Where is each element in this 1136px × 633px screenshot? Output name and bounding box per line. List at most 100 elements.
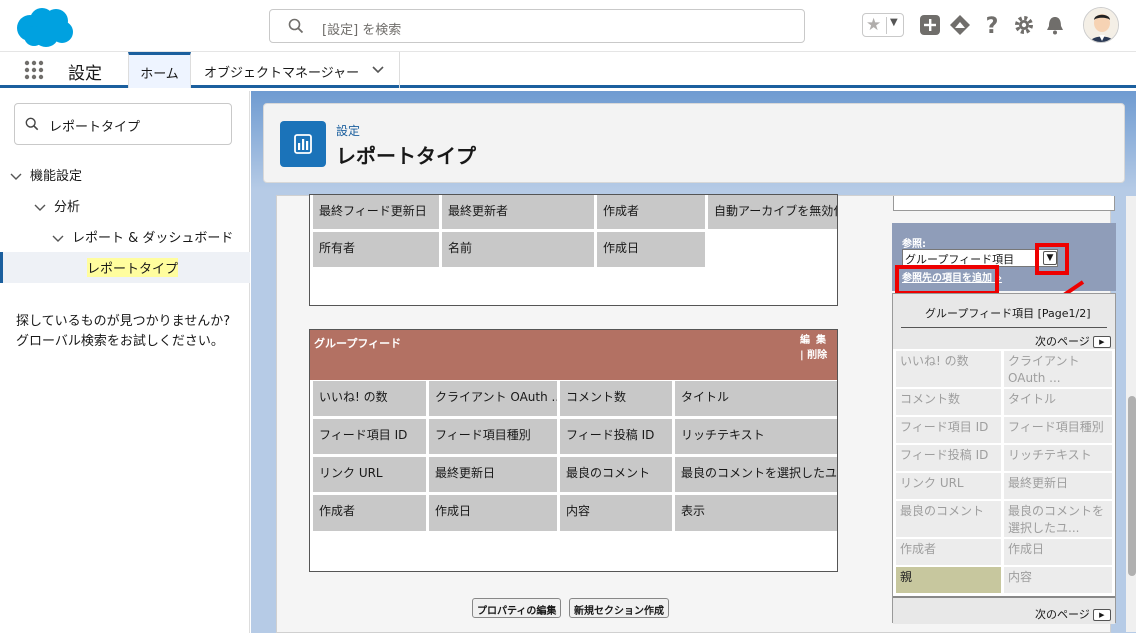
star-icon: ★ xyxy=(866,15,882,35)
svg-text:?: ? xyxy=(986,14,999,36)
chevron-down-icon xyxy=(34,204,46,211)
chevron-down-icon[interactable]: ▼ xyxy=(890,17,898,28)
tree-item-report-types[interactable]: レポートタイプ xyxy=(0,252,250,283)
field-cell[interactable]: 最終更新者 xyxy=(442,195,594,229)
next-page-link[interactable]: 次のページ ▶ xyxy=(1035,606,1111,622)
field-cell[interactable]: 所有者 xyxy=(313,232,439,267)
field-cell[interactable]: いいね! の数 xyxy=(313,381,426,416)
field-cell[interactable]: リンク URL xyxy=(313,457,426,492)
section-actions: 編集 | 削除 xyxy=(800,335,832,361)
tab-object-manager[interactable]: オブジェクトマネージャー xyxy=(192,52,400,88)
divider xyxy=(886,17,887,34)
available-field[interactable]: クライアント OAuth ... xyxy=(1004,351,1112,387)
field-cell[interactable]: クライアント OAuth ... xyxy=(429,381,557,416)
edit-section-link[interactable]: 編集 xyxy=(800,335,832,346)
available-field[interactable]: フィード投稿 ID xyxy=(896,445,1001,471)
field-cell[interactable]: 最終更新日 xyxy=(429,457,557,492)
search-icon xyxy=(25,117,39,131)
global-header: [設定] を検索 ★ ▼ ? xyxy=(0,0,1136,52)
scrollbar-thumb[interactable] xyxy=(1128,396,1136,576)
available-field[interactable]: 最良のコメントを選択したユ... xyxy=(1004,501,1112,537)
available-field[interactable]: 最終更新日 xyxy=(1004,473,1112,499)
tree-item-reports-dashboards[interactable]: レポート & ダッシュボード xyxy=(52,227,233,246)
new-section-button[interactable]: 新規セクション作成 xyxy=(569,598,669,618)
tree-item-label: 分析 xyxy=(54,200,81,215)
breadcrumb[interactable]: 設定 xyxy=(336,122,360,139)
gear-icon[interactable] xyxy=(1013,14,1035,36)
tree-item-label: 機能設定 xyxy=(30,169,83,184)
next-page-link[interactable]: 次のページ ▶ xyxy=(1035,333,1111,349)
available-field[interactable]: コメント数 xyxy=(896,389,1001,415)
section-header: グループフィード 編集 | 削除 xyxy=(310,330,837,380)
next-page-label: 次のページ xyxy=(1035,335,1090,348)
field-cell[interactable]: 作成者 xyxy=(597,195,705,229)
report-layout-editor: 最終フィード更新日 最終更新者 作成者 自動アーカイブを無効化 所有者 名前 作… xyxy=(276,194,1136,633)
available-field[interactable]: フィード項目 ID xyxy=(896,417,1001,443)
bell-icon[interactable] xyxy=(1044,14,1066,36)
avatar[interactable] xyxy=(1083,7,1119,43)
search-placeholder: [設定] を検索 xyxy=(322,23,402,38)
highlight-box xyxy=(895,265,999,295)
field-cell[interactable]: コメント数 xyxy=(560,381,672,416)
salesforce-logo[interactable] xyxy=(14,6,74,48)
delete-section-link[interactable]: 削除 xyxy=(807,350,827,361)
app-launcher-icon[interactable] xyxy=(24,60,44,80)
chevron-down-icon xyxy=(52,235,64,242)
available-field-parent[interactable]: 親 xyxy=(896,567,1001,593)
field-cell[interactable]: リッチテキスト xyxy=(675,419,837,454)
field-cell[interactable]: 内容 xyxy=(560,495,672,531)
page-header: 設定 レポートタイプ xyxy=(263,103,1125,183)
field-cell[interactable]: 最良のコメント xyxy=(560,457,672,492)
field-cell[interactable]: 名前 xyxy=(442,232,594,267)
next-arrow-icon[interactable]: ▶ xyxy=(1092,609,1111,621)
available-field[interactable]: いいね! の数 xyxy=(896,351,1001,387)
field-list-panel: グループフィード項目 [Page1/2] 次のページ ▶ いいね! の数 クライア… xyxy=(892,293,1116,624)
field-cell[interactable]: 表示 xyxy=(675,495,837,531)
reference-label: 参照: xyxy=(902,239,926,250)
chevron-down-icon xyxy=(10,173,22,180)
field-cell[interactable]: 自動アーカイブを無効化 xyxy=(708,195,837,229)
tree-item-feature-settings[interactable]: 機能設定 xyxy=(10,165,82,184)
available-field[interactable]: リッチテキスト xyxy=(1004,445,1112,471)
available-field[interactable]: 最良のコメント xyxy=(896,501,1001,537)
divider xyxy=(901,327,1107,328)
avatar-image xyxy=(1084,8,1118,42)
tab-home-label: ホーム xyxy=(140,67,179,82)
panel-top-box xyxy=(893,196,1115,211)
available-field[interactable]: フィード項目種別 xyxy=(1004,417,1112,443)
setup-sidebar: レポートタイプ 機能設定 分析 レポート & ダッシュボード レポートタイプ 探… xyxy=(0,91,250,633)
field-cell[interactable]: 最終フィード更新日 xyxy=(313,195,439,229)
field-cell[interactable]: 作成日 xyxy=(597,232,705,267)
global-search[interactable]: [設定] を検索 xyxy=(269,9,805,43)
available-field[interactable]: 内容 xyxy=(1004,567,1112,593)
add-icon[interactable] xyxy=(919,14,941,36)
next-arrow-icon[interactable]: ▶ xyxy=(1092,336,1111,348)
trailhead-icon[interactable] xyxy=(949,14,971,36)
tab-object-manager-label: オブジェクトマネージャー xyxy=(204,66,360,81)
help-icon[interactable]: ? xyxy=(981,14,1003,36)
field-cell[interactable]: フィード投稿 ID xyxy=(560,419,672,454)
field-cell[interactable]: フィード項目種別 xyxy=(429,419,557,454)
help-line: 探しているものが見つかりませんか? xyxy=(16,314,231,329)
available-field[interactable]: 作成者 xyxy=(896,539,1001,565)
app-name: 設定 xyxy=(68,64,102,84)
tree-item-analytics[interactable]: 分析 xyxy=(34,196,80,215)
available-field[interactable]: タイトル xyxy=(1004,389,1112,415)
scrollbar[interactable] xyxy=(1126,196,1136,632)
edit-properties-button[interactable]: プロパティの編集 xyxy=(472,598,562,618)
app-nav-bar: 設定 ホーム オブジェクトマネージャー xyxy=(0,52,1136,88)
tab-home[interactable]: ホーム xyxy=(128,52,191,88)
field-list-title: グループフィード項目 [Page1/2] xyxy=(925,307,1091,320)
available-field[interactable]: リンク URL xyxy=(896,473,1001,499)
field-cell[interactable]: 最良のコメントを選択したユ... xyxy=(675,457,837,492)
content-area: 設定 レポートタイプ 最終フィード更新日 最終更新者 作成者 自動アーカイブを無… xyxy=(251,91,1136,633)
field-cell[interactable]: 作成日 xyxy=(429,495,557,531)
tree-item-label: レポートタイプ xyxy=(87,258,179,277)
field-cell[interactable]: 作成者 xyxy=(313,495,426,531)
favorites-button[interactable]: ★ ▼ xyxy=(862,13,904,37)
quick-find-input[interactable]: レポートタイプ xyxy=(14,103,232,145)
chevron-down-icon[interactable] xyxy=(372,65,384,75)
field-cell[interactable]: タイトル xyxy=(675,381,837,416)
available-field[interactable]: 作成日 xyxy=(1004,539,1112,565)
field-cell[interactable]: フィード項目 ID xyxy=(313,419,426,454)
